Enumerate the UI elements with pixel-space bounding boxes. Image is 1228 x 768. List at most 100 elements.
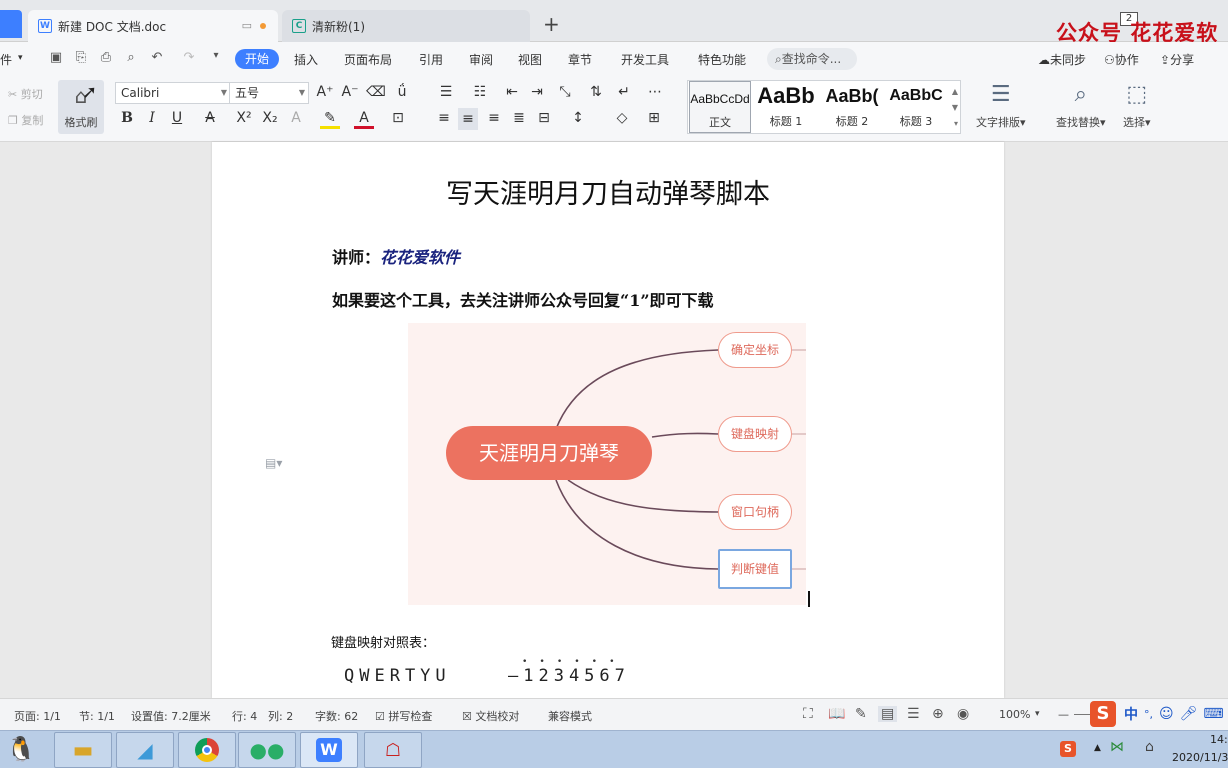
- bold-icon[interactable]: B: [117, 110, 137, 126]
- taskbar-explorer[interactable]: ▬: [54, 732, 112, 768]
- zoom-out-icon[interactable]: —: [1058, 708, 1069, 721]
- highlight-icon[interactable]: ✎: [320, 110, 340, 129]
- justify-icon[interactable]: ≣: [509, 110, 529, 126]
- redo-icon[interactable]: ↷: [181, 50, 197, 66]
- status-section[interactable]: 节: 1/1: [79, 708, 115, 724]
- eye-protection-icon[interactable]: ◉: [957, 706, 969, 722]
- document-side-icon[interactable]: ▤▾: [265, 456, 282, 470]
- share-button[interactable]: ⇪分享: [1160, 51, 1194, 68]
- tab-template[interactable]: C 清新粉(1): [282, 10, 530, 42]
- tray-device-icon[interactable]: ⌂: [1145, 739, 1154, 755]
- select-button[interactable]: ⬚ 选择▾: [1123, 82, 1151, 130]
- save-icon[interactable]: ▣: [48, 50, 64, 66]
- font-size-select[interactable]: 五号 ▼: [229, 82, 309, 104]
- menu-insert[interactable]: 插入: [294, 51, 318, 68]
- bullets-icon[interactable]: ☰: [436, 84, 456, 100]
- clock-date[interactable]: 2020/11/3: [1172, 751, 1228, 764]
- find-replace-button[interactable]: ⌕ 查找替换▾: [1056, 82, 1106, 130]
- numbering-icon[interactable]: ☷: [470, 84, 490, 100]
- chevron-down-icon[interactable]: ▾: [18, 53, 23, 63]
- format-brush-button[interactable]: ⌂ 格式刷: [58, 80, 104, 134]
- tab-document[interactable]: W 新建 DOC 文档.doc ▭: [28, 10, 278, 42]
- menu-developer[interactable]: 开发工具: [621, 51, 669, 68]
- underline-icon[interactable]: U: [167, 110, 187, 126]
- menu-chapter[interactable]: 章节: [568, 51, 592, 68]
- tray-network-icon[interactable]: ⋈: [1110, 739, 1124, 755]
- show-marks-icon[interactable]: ↵: [614, 84, 634, 100]
- sync-button[interactable]: ☁未同步: [1038, 51, 1086, 68]
- line-spacing-icon[interactable]: ↕: [568, 110, 588, 126]
- superscript-icon[interactable]: X²: [234, 110, 254, 126]
- taskbar-wps[interactable]: W: [300, 732, 358, 768]
- print-icon[interactable]: ⎙: [98, 50, 114, 66]
- tray-sogou-icon[interactable]: S: [1060, 741, 1076, 757]
- collab-button[interactable]: ⚇协作: [1104, 51, 1139, 68]
- microphone-icon[interactable]: 🎤︎: [1180, 706, 1198, 722]
- status-row[interactable]: 行: 4: [232, 708, 257, 724]
- clear-format-icon[interactable]: ⌫: [366, 84, 386, 100]
- text-effect-icon[interactable]: A: [286, 110, 306, 126]
- emoji-icon[interactable]: ☺: [1159, 706, 1174, 722]
- new-tab-button[interactable]: +: [543, 12, 560, 36]
- doc-proof-button[interactable]: ☒ 文档校对: [462, 708, 519, 724]
- scroll-up-icon[interactable]: ▲: [952, 87, 958, 96]
- clock-time[interactable]: 14:: [1210, 733, 1228, 746]
- menu-file[interactable]: 件: [0, 51, 12, 68]
- menu-home[interactable]: 开始: [235, 49, 279, 69]
- outline-view-icon[interactable]: ☰: [907, 706, 920, 722]
- command-search[interactable]: ⌕查找命令...: [767, 48, 857, 70]
- status-col[interactable]: 列: 2: [268, 708, 293, 724]
- phonetic-icon[interactable]: ǘ: [392, 84, 412, 100]
- export-pdf-icon[interactable]: ⎘: [73, 50, 89, 66]
- style-heading-2[interactable]: AaBb( 标题 2: [820, 81, 884, 133]
- cut-button[interactable]: ✂ 剪切: [8, 86, 43, 102]
- borders-icon[interactable]: ⊞: [644, 110, 664, 126]
- status-page[interactable]: 页面: 1/1: [14, 708, 61, 724]
- taskbar-notepad[interactable]: ◢: [116, 732, 174, 768]
- style-heading-3[interactable]: AaBbC 标题 3: [884, 81, 948, 133]
- shrink-font-icon[interactable]: A⁻: [340, 84, 360, 100]
- taskbar-app[interactable]: ☖: [364, 732, 422, 768]
- decrease-indent-icon[interactable]: ⇤: [502, 84, 522, 100]
- keyboard-icon[interactable]: ⌨: [1203, 706, 1223, 722]
- undo-icon[interactable]: ↶: [149, 50, 165, 66]
- style-heading-1[interactable]: AaBb 标题 1: [754, 81, 818, 133]
- menu-references[interactable]: 引用: [419, 51, 443, 68]
- app-menu-tab[interactable]: [0, 10, 22, 38]
- fullscreen-icon[interactable]: ⛶: [803, 706, 813, 722]
- page-view-icon[interactable]: ▤: [878, 706, 898, 722]
- distributed-icon[interactable]: ⊟: [534, 110, 554, 126]
- ime-punct[interactable]: °,: [1144, 708, 1153, 721]
- shading-icon[interactable]: ◇: [612, 110, 632, 126]
- increase-indent-icon[interactable]: ⇥: [527, 84, 547, 100]
- status-words[interactable]: 字数: 62: [315, 708, 358, 724]
- font-name-select[interactable]: Calibri ▼: [115, 82, 231, 104]
- char-border-icon[interactable]: ⊡: [388, 110, 408, 126]
- menu-review[interactable]: 审阅: [469, 51, 493, 68]
- taskbar-chrome[interactable]: [178, 732, 236, 768]
- reading-mode-icon[interactable]: 📖: [828, 706, 845, 722]
- menu-features[interactable]: 特色功能: [698, 51, 746, 68]
- spell-check-button[interactable]: ☑ 拼写检查: [375, 708, 432, 724]
- tab-stop-icon[interactable]: ⋯: [645, 84, 665, 100]
- qq-icon[interactable]: 🐧: [6, 735, 36, 763]
- document-page[interactable]: 写天涯明月刀自动弹琴脚本 讲师：花花爱软件 如果要这个工具，去关注讲师公众号回复…: [212, 142, 1004, 698]
- scroll-down-icon[interactable]: ▼: [952, 103, 958, 112]
- align-right-icon[interactable]: ≡: [484, 110, 504, 126]
- align-left-icon[interactable]: ≡: [434, 110, 454, 126]
- zoom-level[interactable]: 100%: [999, 708, 1030, 721]
- sogou-ime-icon[interactable]: S: [1090, 701, 1116, 727]
- style-normal[interactable]: AaBbCcDd 正文: [689, 81, 751, 133]
- zoom-chevron-icon[interactable]: ▾: [1035, 709, 1040, 719]
- menu-page-layout[interactable]: 页面布局: [344, 51, 392, 68]
- strikethrough-icon[interactable]: A: [200, 110, 220, 126]
- chinese-layout-icon[interactable]: ⤡: [555, 84, 575, 100]
- ime-lang[interactable]: 中: [1124, 704, 1138, 724]
- tray-expand-icon[interactable]: ▲: [1094, 743, 1101, 753]
- edit-mode-icon[interactable]: ✎: [855, 706, 867, 722]
- taskbar-wechat[interactable]: ●●: [238, 732, 296, 768]
- mindmap-image[interactable]: 天涯明月刀弹琴 确定坐标 键盘映射 窗口句柄 判断键值: [408, 323, 806, 605]
- align-center-icon[interactable]: ≡: [458, 108, 478, 130]
- copy-button[interactable]: ❐ 复制: [8, 112, 43, 128]
- status-setting[interactable]: 设置值: 7.2厘米: [131, 708, 211, 724]
